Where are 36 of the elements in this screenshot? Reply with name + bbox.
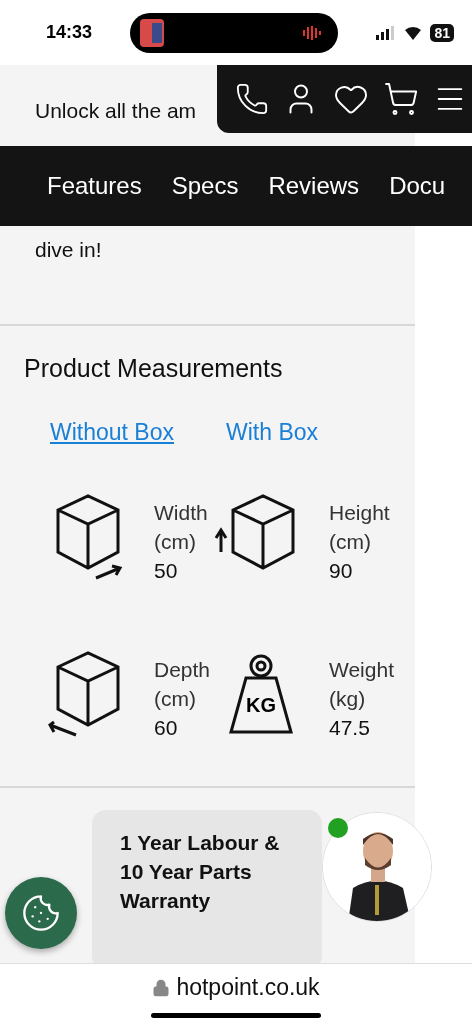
section-tab[interactable]: Features [47, 172, 142, 200]
measurement-unit: (kg) [329, 686, 367, 712]
cookie-icon [21, 893, 61, 933]
cart-icon[interactable] [383, 81, 419, 117]
section-tab[interactable]: Specs [171, 172, 239, 200]
url-text: hotpoint.co.uk [176, 974, 320, 1001]
app-icon [140, 18, 164, 47]
measurement-value: 60 [154, 715, 179, 741]
url-bar[interactable]: hotpoint.co.uk [0, 963, 472, 1024]
intro-text: dive in! [35, 237, 102, 263]
section-tab[interactable]: Reviews [268, 172, 360, 200]
lock-icon [152, 978, 171, 997]
measurement-value: 90 [329, 558, 354, 584]
section-tab[interactable]: Docu [389, 172, 446, 200]
wifi-icon [404, 25, 423, 40]
measurement-value: 50 [154, 558, 179, 584]
measurement-value: 47.5 [329, 715, 371, 741]
box-tab[interactable]: With Box [226, 419, 319, 446]
measurement-unit: (cm) [154, 686, 197, 712]
status-time: 14:33 [46, 22, 94, 43]
phone-icon[interactable] [235, 82, 269, 116]
signal-icon [376, 25, 397, 40]
battery-icon: 81 [430, 23, 454, 42]
measurement-label: Height [329, 500, 390, 526]
weight-label: KG [246, 694, 276, 717]
warranty-title: 1 Year Labour & 10 Year Parts Warranty [120, 830, 281, 914]
measurement-unit: (cm) [154, 529, 197, 555]
section-title: Product Measurements [24, 354, 284, 383]
box-tab[interactable]: Without Box [50, 419, 174, 446]
intro-text: Unlock all the am [35, 98, 197, 124]
measurement-label: Width [154, 500, 208, 526]
weight-icon [226, 654, 296, 734]
measurement-label: Weight [329, 657, 394, 683]
measurement-unit: (cm) [329, 529, 372, 555]
measurement-label: Depth [154, 657, 211, 683]
sound-wave-icon [302, 25, 324, 40]
